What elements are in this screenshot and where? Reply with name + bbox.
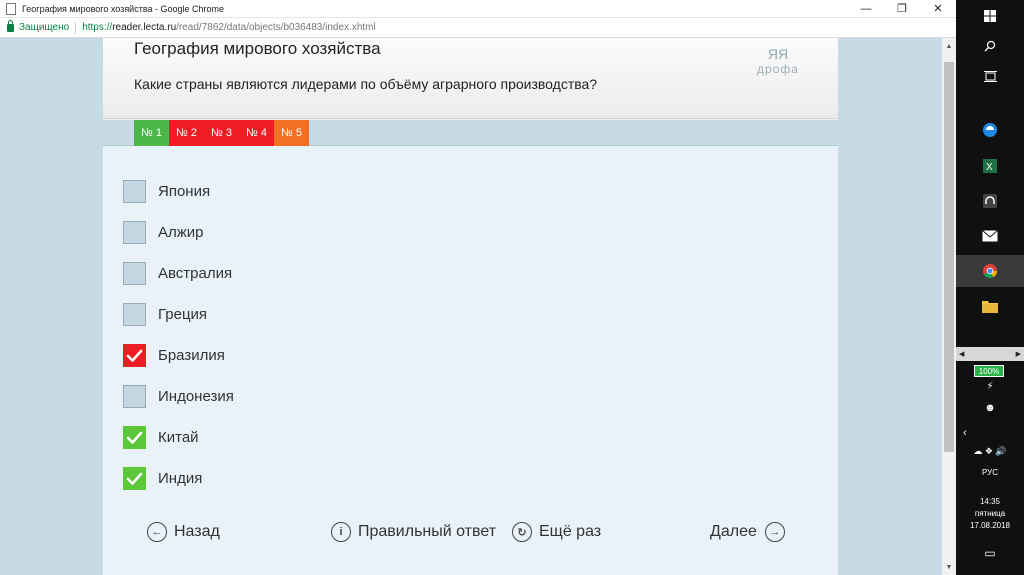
option-row[interactable]: Япония (123, 171, 234, 212)
drofa-logo: ЯЯ дрофа (750, 46, 806, 86)
windows-taskbar: X ◀ ▶ 100% ⚡ ☻ ‹ ☁ ❖ 🔊 РУС 14:35 пятница… (956, 0, 1024, 575)
restore-icon[interactable]: ❐ (884, 0, 920, 18)
tab-5[interactable]: № 5 (274, 120, 309, 146)
notifications-icon[interactable]: ▭ (956, 546, 1024, 560)
scroll-down-icon[interactable]: ▼ (942, 559, 956, 575)
option-row[interactable]: Китай (123, 417, 234, 458)
clock-date[interactable]: 17.08.2018 (956, 521, 1024, 530)
close-icon[interactable]: ✕ (920, 0, 956, 18)
url-scheme: https:// (82, 22, 113, 33)
checkbox[interactable] (123, 344, 146, 367)
svg-text:X: X (986, 162, 993, 173)
show-answer-button[interactable]: i Правильный ответ (331, 522, 496, 542)
tab-4[interactable]: № 4 (239, 120, 274, 146)
show-answer-label: Правильный ответ (358, 523, 497, 540)
tab-3[interactable]: № 3 (204, 120, 239, 146)
clock-day[interactable]: пятница (956, 509, 1024, 518)
answer-options: Япония Алжир Австралия Греция Бразилия И… (123, 171, 234, 499)
option-label: Индонезия (158, 388, 234, 405)
option-label: Китай (158, 429, 199, 446)
logo-text: дрофа (757, 62, 799, 76)
address-bar[interactable]: Защищено https://reader.lecta.ru/read/78… (0, 18, 956, 38)
title-bar: География мирового хозяйства - Google Ch… (0, 0, 956, 18)
checkbox[interactable] (123, 385, 146, 408)
scroll-thumb[interactable] (944, 62, 954, 452)
retry-label: Ещё раз (539, 523, 602, 540)
battery-indicator[interactable]: 100% (974, 365, 1004, 377)
chrome-icon[interactable] (956, 255, 1024, 287)
taskbar-scroll[interactable]: ◀ ▶ (956, 347, 1024, 361)
nav-footer: ← Назад i Правильный ответ ↻ Ещё раз Дал… (103, 522, 838, 546)
option-row[interactable]: Индия (123, 458, 234, 499)
url-host: reader.lecta.ru (112, 22, 177, 33)
excel-icon[interactable]: X (956, 150, 1024, 182)
checkbox[interactable] (123, 303, 146, 326)
scroll-left-icon[interactable]: ◀ (959, 350, 964, 358)
language-indicator[interactable]: РУС (956, 468, 1024, 477)
exercise-card: География мирового хозяйства Какие стран… (103, 38, 838, 575)
browser-window: География мирового хозяйства - Google Ch… (0, 0, 956, 575)
option-row[interactable]: Греция (123, 294, 234, 335)
retry-button[interactable]: ↻ Ещё раз (512, 522, 601, 542)
page-viewport: География мирового хозяйства Какие стран… (0, 38, 956, 575)
checkmark-icon (126, 349, 143, 362)
next-button[interactable]: Далее → (710, 522, 785, 542)
option-row[interactable]: Бразилия (123, 335, 234, 376)
window-title: География мирового хозяйства - Google Ch… (22, 3, 225, 14)
tab-2[interactable]: № 2 (169, 120, 204, 146)
question-text: Какие страны являются лидерами по объёму… (134, 76, 598, 92)
file-explorer-icon[interactable] (956, 290, 1024, 322)
checkmark-icon (126, 431, 143, 444)
chevron-left-icon[interactable]: ‹ (956, 427, 1024, 439)
option-label: Греция (158, 306, 208, 323)
url-path: /read/7862/data/objects/b036483/index.xh… (176, 22, 376, 33)
power-plug-icon: ⚡ (986, 381, 994, 392)
people-icon[interactable]: ☻ (956, 402, 1024, 414)
headphones-app-icon[interactable] (956, 185, 1024, 217)
option-label: Япония (158, 183, 211, 200)
exercise-header: География мирового хозяйства Какие стран… (103, 38, 838, 119)
scroll-right-icon[interactable]: ▶ (1016, 350, 1021, 358)
option-label: Австралия (158, 265, 233, 282)
minimize-icon[interactable]: — (848, 0, 884, 18)
checkmark-icon (126, 472, 143, 485)
info-icon: i (331, 522, 351, 542)
option-label: Индия (158, 470, 203, 487)
checkbox[interactable] (123, 262, 146, 285)
arrow-left-icon: ← (147, 522, 167, 542)
clock-time[interactable]: 14:35 (956, 497, 1024, 506)
checkbox[interactable] (123, 467, 146, 490)
divider (75, 21, 77, 34)
task-view-icon[interactable] (956, 60, 1024, 92)
page-title: География мирового хозяйства (134, 39, 381, 58)
option-row[interactable]: Австралия (123, 253, 234, 294)
back-label: Назад (174, 523, 220, 540)
back-button[interactable]: ← Назад (147, 522, 220, 542)
arrow-right-icon: → (764, 522, 785, 542)
tray-icons[interactable]: ☁ ❖ 🔊 (956, 446, 1024, 457)
vertical-scrollbar[interactable]: ▲ ▼ (942, 38, 956, 575)
checkbox[interactable] (123, 180, 146, 203)
search-icon[interactable] (956, 30, 1024, 62)
tab-1[interactable]: № 1 (134, 120, 169, 146)
next-label: Далее (710, 523, 757, 540)
edge-icon[interactable] (956, 114, 1024, 146)
refresh-icon: ↻ (512, 522, 532, 542)
url-text[interactable]: https://reader.lecta.ru/read/7862/data/o… (82, 22, 376, 33)
option-label: Бразилия (158, 347, 225, 364)
mail-icon[interactable] (956, 220, 1024, 252)
checkbox[interactable] (123, 426, 146, 449)
scroll-up-icon[interactable]: ▲ (942, 38, 956, 54)
option-label: Алжир (158, 224, 204, 241)
lock-icon[interactable] (7, 19, 14, 32)
start-icon[interactable] (956, 0, 1024, 32)
option-row[interactable]: Индонезия (123, 376, 234, 417)
question-tabs: № 1 № 2 № 3 № 4 № 5 (103, 120, 838, 146)
secure-label[interactable]: Защищено (19, 22, 69, 33)
page-icon (6, 2, 16, 15)
checkbox[interactable] (123, 221, 146, 244)
logo-mark: ЯЯ (767, 46, 789, 62)
option-row[interactable]: Алжир (123, 212, 234, 253)
